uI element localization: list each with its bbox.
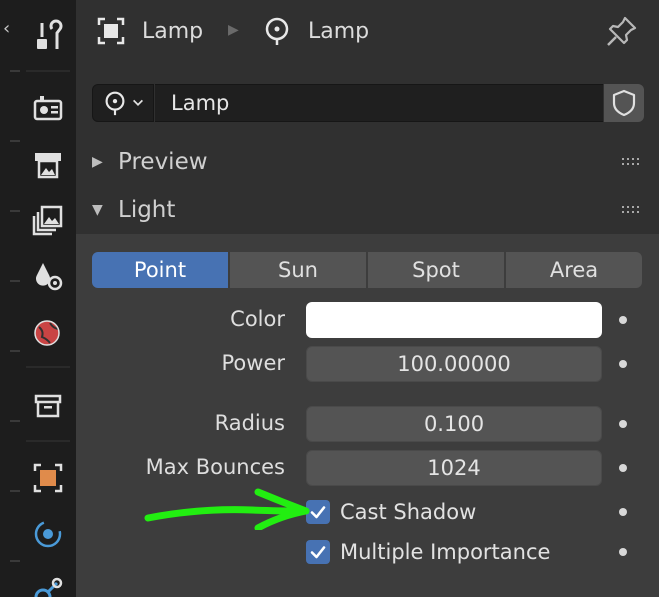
color-label: Color — [230, 307, 285, 331]
edge-tick — [10, 490, 20, 492]
power-field[interactable]: 100.00000 — [306, 346, 602, 382]
fake-user-button[interactable] — [604, 84, 644, 122]
radius-label: Radius — [214, 411, 285, 435]
light-type-area[interactable]: Area — [506, 252, 642, 288]
power-label: Power — [221, 351, 286, 375]
tool-icon — [37, 19, 63, 49]
edge-tick — [10, 70, 20, 72]
light-panel-header[interactable]: ▼ Light — [76, 187, 659, 233]
max-bounces-field[interactable]: 1024 — [306, 450, 602, 486]
light-type-selector: Point Sun Spot Area — [92, 252, 642, 288]
cast-shadow-keyframe-dot[interactable] — [619, 508, 627, 516]
view-layer-icon — [32, 205, 63, 236]
light-type-point[interactable]: Point — [92, 252, 228, 288]
color-swatch[interactable] — [306, 302, 602, 338]
tab-physics[interactable] — [20, 508, 76, 560]
output-icon — [35, 153, 61, 179]
tab-object[interactable] — [20, 452, 76, 504]
radius-field[interactable]: 0.100 — [306, 406, 602, 442]
editor-edge: ‹ — [0, 0, 20, 597]
checkmark-icon — [310, 546, 326, 559]
tab-scene[interactable] — [20, 250, 76, 302]
max-bounces-keyframe-dot[interactable] — [619, 464, 627, 472]
tab-output[interactable] — [20, 138, 76, 190]
tab-separator — [26, 70, 70, 72]
cast-shadow-label: Cast Shadow — [340, 500, 477, 524]
collection-icon — [34, 394, 62, 418]
breadcrumb-data-name: Lamp — [308, 18, 370, 44]
light-datablock-selector: Lamp — [92, 84, 644, 122]
tab-collection[interactable] — [20, 380, 76, 432]
properties-tab-bar — [20, 0, 76, 597]
radius-keyframe-dot[interactable] — [619, 420, 627, 428]
datablock-name-field[interactable]: Lamp — [155, 84, 603, 122]
pin-icon[interactable] — [605, 14, 639, 48]
collapse-chevron-icon[interactable]: ‹ — [3, 18, 10, 39]
breadcrumb-separator-icon: ▶ — [228, 22, 239, 38]
edge-tick — [10, 350, 20, 352]
light-type-sun[interactable]: Sun — [230, 252, 366, 288]
breadcrumb-object: Lamp — [96, 14, 203, 48]
scene-icon — [36, 263, 63, 291]
edge-tick — [10, 560, 20, 562]
cast-shadow-toggle[interactable]: Cast Shadow — [306, 498, 476, 526]
max-bounces-label: Max Bounces — [145, 455, 285, 479]
chevron-down-icon — [133, 99, 143, 106]
breadcrumb-object-name: Lamp — [142, 18, 204, 44]
edge-tick — [10, 280, 20, 282]
tab-view-layer[interactable] — [20, 194, 76, 246]
collapsed-arrow-icon: ▶ — [92, 154, 103, 170]
tab-render[interactable] — [20, 82, 76, 134]
light-type-spot[interactable]: Spot — [368, 252, 504, 288]
annotation-arrow-icon — [144, 488, 310, 530]
multiple-importance-keyframe-dot[interactable] — [619, 548, 627, 556]
point-light-icon — [265, 17, 289, 45]
constraints-icon — [34, 577, 63, 597]
tab-separator — [26, 440, 70, 442]
tab-separator — [26, 366, 70, 368]
preview-panel-header[interactable]: ▶ Preview — [76, 139, 659, 185]
drag-grip-icon[interactable] — [621, 205, 643, 215]
expanded-arrow-icon: ▼ — [92, 202, 103, 218]
tab-constraints[interactable] — [20, 564, 76, 597]
multiple-importance-label: Multiple Importance — [340, 540, 551, 564]
edge-tick — [10, 420, 20, 422]
world-icon — [34, 320, 60, 346]
panel-header: Lamp ▶ Lamp — [76, 0, 659, 64]
multiple-importance-toggle[interactable]: Multiple Importance — [306, 538, 550, 566]
drag-grip-icon[interactable] — [621, 157, 643, 167]
datablock-browse-button[interactable] — [92, 84, 154, 122]
edge-tick — [10, 140, 20, 142]
multiple-importance-checkbox[interactable] — [306, 540, 330, 564]
light-panel-title: Light — [118, 197, 176, 223]
power-keyframe-dot[interactable] — [619, 360, 627, 368]
physics-icon — [34, 520, 62, 548]
tab-tool[interactable] — [20, 10, 76, 62]
color-keyframe-dot[interactable] — [619, 316, 627, 324]
shield-icon — [612, 89, 636, 117]
tab-world[interactable] — [20, 306, 76, 358]
object-icon — [33, 463, 63, 493]
preview-panel-title: Preview — [118, 149, 208, 175]
object-icon — [97, 17, 125, 45]
point-light-icon — [105, 91, 125, 116]
edge-tick — [10, 210, 20, 212]
breadcrumb-light-data: Lamp — [262, 14, 369, 48]
render-icon — [33, 96, 63, 121]
